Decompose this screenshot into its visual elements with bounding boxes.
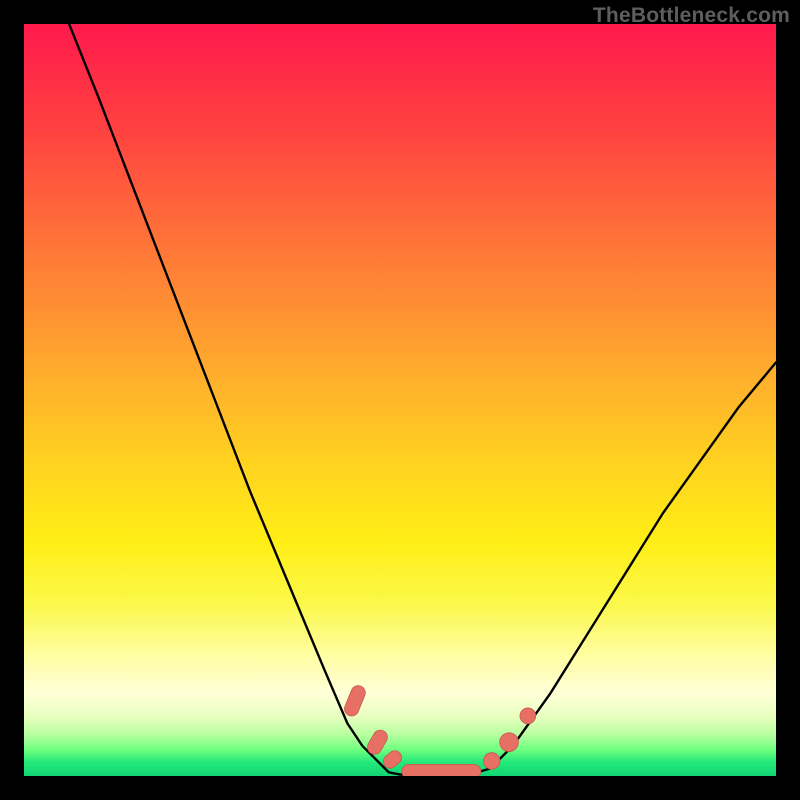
chart-frame: TheBottleneck.com — [0, 0, 800, 800]
bottleneck-curve — [24, 24, 776, 776]
marker-right-cluster — [520, 708, 536, 724]
marker-left-cluster — [342, 683, 367, 718]
marker-right-cluster — [483, 753, 500, 770]
plot-area — [24, 24, 776, 776]
curve-path — [69, 24, 776, 775]
marker-right-cluster — [500, 733, 519, 752]
watermark-text: TheBottleneck.com — [593, 4, 790, 28]
marker-bottom-bar — [402, 764, 481, 776]
